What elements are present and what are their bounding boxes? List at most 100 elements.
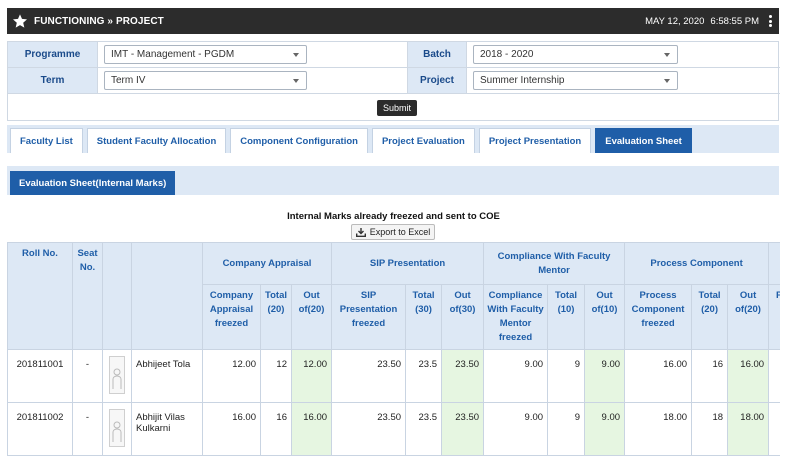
student-name: Abhijeet Tola: [131, 349, 203, 403]
process-component-total: 18: [691, 402, 729, 456]
sip-presentation-total: 23.5: [405, 402, 443, 456]
programme-label: Programme: [8, 42, 98, 67]
group-truncated: [768, 242, 780, 285]
compliance-out-of: 9.00: [584, 402, 626, 456]
table-row: 201811002 - Abhijit Vilas Kulkarni 16.00…: [7, 402, 780, 456]
col-seat-no: Seat No.: [72, 242, 103, 350]
compliance-total: 9: [547, 349, 586, 403]
photo-cell: [102, 349, 132, 403]
process-component-out-of: 18.00: [727, 402, 770, 456]
project-label: Project: [408, 68, 467, 93]
col-header: Company Appraisal freezed: [202, 284, 261, 350]
evaluation-table-wrapper: Roll No. Seat No. Company Appraisal SIP …: [7, 242, 780, 473]
company-appraisal-out-of: 16.00: [290, 402, 333, 456]
evaluation-table: Roll No. Seat No. Company Appraisal SIP …: [7, 242, 780, 456]
truncated-cell: [768, 402, 780, 456]
project-select[interactable]: Summer Internship: [473, 71, 678, 90]
project-value: Summer Internship: [480, 75, 565, 86]
col-photo: [102, 242, 132, 350]
photo-cell: [102, 402, 132, 456]
term-label: Term: [8, 68, 98, 93]
batch-label: Batch: [408, 42, 467, 67]
chevron-down-icon: [293, 79, 299, 83]
download-icon: [355, 227, 366, 237]
student-photo: [109, 356, 125, 394]
col-header: Compliance With Faculty Mentor freezed: [483, 284, 549, 350]
chevron-down-icon: [293, 53, 299, 57]
export-to-excel-button[interactable]: Export to Excel: [351, 224, 435, 240]
tab-faculty-list[interactable]: Faculty List: [10, 128, 83, 153]
programme-select[interactable]: IMT - Management - PGDM: [104, 45, 307, 64]
tab-component-configuration[interactable]: Component Configuration: [230, 128, 368, 153]
chevron-down-icon: [664, 53, 670, 57]
process-component-total: 16: [691, 349, 729, 403]
submit-button[interactable]: Submit: [377, 100, 418, 116]
company-appraisal-out-of: 12.00: [290, 349, 333, 403]
batch-value: 2018 - 2020: [480, 49, 534, 60]
compliance-freezed: 9.00: [483, 349, 549, 403]
roll-no: 201811001: [7, 349, 73, 403]
term-value: Term IV: [111, 75, 146, 86]
company-appraisal-total: 12: [260, 349, 292, 403]
filter-panel: Programme IMT - Management - PGDM Batch …: [7, 41, 780, 121]
col-header: P R fr: [768, 284, 780, 350]
user-silhouette-icon: [112, 368, 122, 389]
col-header: Total (10): [547, 284, 586, 350]
col-header: SIP Presentation freezed: [331, 284, 407, 350]
compliance-total: 9: [547, 402, 586, 456]
col-header: Process Component freezed: [624, 284, 693, 350]
col-header: Total (20): [691, 284, 729, 350]
group-compliance-faculty-mentor: Compliance With Faculty Mentor: [483, 242, 626, 285]
tab-evaluation-sheet[interactable]: Evaluation Sheet: [595, 128, 692, 153]
student-photo: [109, 409, 125, 447]
sip-presentation-freezed: 23.50: [331, 402, 407, 456]
top-bar: FUNCTIONING » PROJECT MAY 12, 2020 6:58:…: [7, 8, 779, 34]
page-title: FUNCTIONING » PROJECT: [34, 15, 164, 27]
truncated-cell: [768, 349, 780, 403]
col-header: Out of(10): [584, 284, 626, 350]
subtab-evaluation-sheet-internal[interactable]: Evaluation Sheet(Internal Marks): [10, 171, 176, 195]
group-sip-presentation: SIP Presentation: [331, 242, 485, 285]
process-component-freezed: 18.00: [624, 402, 693, 456]
company-appraisal-freezed: 12.00: [202, 349, 261, 403]
col-name: [131, 242, 203, 350]
sip-presentation-out-of: 23.50: [441, 349, 485, 403]
process-component-freezed: 16.00: [624, 349, 693, 403]
table-row: 201811001 - Abhijeet Tola 12.00 12 12.00…: [7, 349, 780, 403]
seat-no: -: [72, 349, 103, 403]
term-select[interactable]: Term IV: [104, 71, 307, 90]
col-header: Total (30): [405, 284, 443, 350]
group-process-component: Process Component: [624, 242, 770, 285]
company-appraisal-total: 16: [260, 402, 292, 456]
programme-value: IMT - Management - PGDM: [111, 49, 235, 60]
group-company-appraisal: Company Appraisal: [201, 242, 333, 285]
col-header: Out of(20): [290, 284, 333, 350]
roll-no: 201811002: [7, 402, 73, 456]
col-header: Total (20): [260, 284, 292, 350]
subtab-bar: Evaluation Sheet(Internal Marks): [7, 166, 779, 195]
compliance-out-of: 9.00: [584, 349, 626, 403]
col-header: Out of(20): [727, 284, 770, 350]
current-date: MAY 12, 2020: [645, 15, 705, 27]
freeze-notice: Internal Marks already freezed and sent …: [287, 211, 500, 222]
chevron-down-icon: [664, 79, 670, 83]
batch-select[interactable]: 2018 - 2020: [473, 45, 678, 64]
tab-project-evaluation[interactable]: Project Evaluation: [371, 128, 475, 153]
sip-presentation-total: 23.5: [405, 349, 443, 403]
process-component-out-of: 16.00: [727, 349, 770, 403]
tab-project-presentation[interactable]: Project Presentation: [478, 128, 592, 153]
col-roll-no: Roll No.: [7, 242, 73, 350]
sip-presentation-out-of: 23.50: [441, 402, 485, 456]
current-time: 6:58:55 PM: [710, 15, 759, 27]
sip-presentation-freezed: 23.50: [331, 349, 407, 403]
export-label: Export to Excel: [369, 227, 431, 237]
compliance-freezed: 9.00: [483, 402, 549, 456]
tab-bar: Faculty List Student Faculty Allocation …: [7, 125, 779, 153]
star-icon[interactable]: [12, 13, 28, 29]
company-appraisal-freezed: 16.00: [202, 402, 261, 456]
seat-no: -: [72, 402, 103, 456]
col-header: Out of(30): [441, 284, 485, 350]
more-options-icon[interactable]: [765, 14, 775, 28]
tab-student-faculty-allocation[interactable]: Student Faculty Allocation: [86, 128, 227, 153]
student-name: Abhijit Vilas Kulkarni: [131, 402, 203, 456]
